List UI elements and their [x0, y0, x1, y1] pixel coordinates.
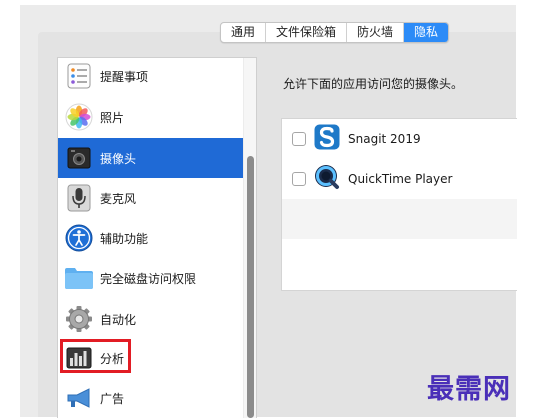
reminders-icon	[64, 61, 94, 91]
sidebar-item-reminders[interactable]: 提醒事项	[58, 58, 244, 96]
list-item: Snagit 2019	[282, 119, 517, 159]
sidebar-item-label: 照片	[100, 110, 125, 125]
sidebar-item-accessibility[interactable]: 辅助功能	[58, 218, 244, 258]
list-item-empty	[282, 199, 517, 239]
photos-icon	[64, 102, 94, 132]
tab-bar: 通用 文件保险箱 防火墙 隐私	[220, 22, 450, 43]
tab-privacy[interactable]: 隐私	[404, 23, 449, 42]
sidebar-item-label: 自动化	[100, 312, 137, 327]
list-item-empty	[282, 239, 517, 279]
tab-firewall[interactable]: 防火墙	[347, 23, 405, 42]
list-item: QuickTime Player	[282, 159, 517, 199]
scrollbar-track[interactable]	[243, 58, 256, 418]
quicktime-checkbox[interactable]	[292, 172, 306, 186]
sidebar-item-label: 摄像头	[100, 151, 137, 166]
sidebar-item-label: 完全磁盘访问权限	[100, 271, 197, 286]
privacy-category-list: 提醒事项 照片 摄像头 麦克风 辅助功能 完全磁盘访问权限 自动化 分析 广告	[57, 57, 257, 418]
sidebar-item-full-disk-access[interactable]: 完全磁盘访问权限	[58, 258, 244, 298]
sidebar-item-label: 广告	[100, 391, 125, 406]
megaphone-icon	[64, 383, 94, 413]
accessibility-icon	[64, 223, 94, 253]
scrollbar-thumb[interactable]	[247, 156, 254, 418]
tab-general[interactable]: 通用	[221, 23, 267, 42]
gear-icon	[64, 304, 94, 334]
snagit-icon	[314, 124, 348, 154]
folder-icon	[64, 263, 94, 293]
microphone-icon	[64, 183, 94, 213]
app-name: Snagit 2019	[348, 132, 421, 146]
quicktime-icon	[314, 164, 348, 194]
sidebar-item-label: 麦克风	[100, 191, 137, 206]
annotation-highlight-box	[60, 339, 131, 373]
sidebar-item-advertising[interactable]: 广告	[58, 378, 244, 418]
sidebar-item-microphone[interactable]: 麦克风	[58, 178, 244, 218]
site-watermark: 最需网	[427, 374, 511, 405]
sidebar-item-label: 辅助功能	[100, 231, 149, 246]
camera-access-description: 允许下面的应用访问您的摄像头。	[283, 77, 464, 91]
tab-filevault[interactable]: 文件保险箱	[266, 23, 348, 42]
sidebar-item-camera[interactable]: 摄像头	[58, 138, 244, 178]
app-name: QuickTime Player	[348, 172, 453, 186]
sidebar-item-automation[interactable]: 自动化	[58, 299, 244, 339]
snagit-checkbox[interactable]	[292, 132, 306, 146]
sidebar-item-label: 提醒事项	[100, 69, 149, 84]
sidebar-item-photos[interactable]: 照片	[58, 97, 244, 137]
app-list: Snagit 2019 QuickTime Player	[281, 118, 517, 291]
camera-icon	[64, 143, 94, 173]
